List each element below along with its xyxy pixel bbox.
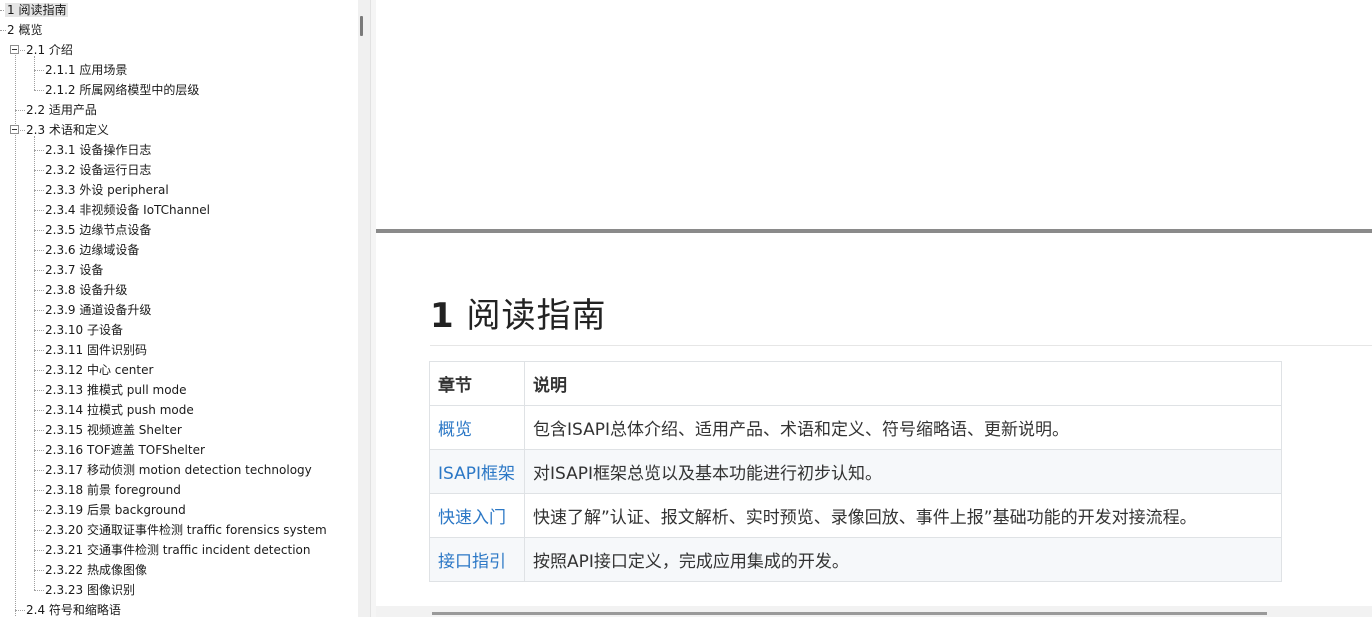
- tree-item-label: 2.3.15 视频遮盖 Shelter: [45, 423, 182, 437]
- tree-item[interactable]: 2.3.3 外设 peripheral: [43, 180, 171, 200]
- tree-item-label: 2.3 术语和定义: [26, 123, 109, 137]
- collapse-toggle-icon[interactable]: [10, 45, 19, 54]
- tree-item[interactable]: 2.3.4 非视频设备 IoTChannel: [43, 200, 212, 220]
- tree-item-label: 2.3.11 固件识别码: [45, 343, 147, 357]
- tree-item-label: 2.3.4 非视频设备 IoTChannel: [45, 203, 210, 217]
- tree-item-label: 2.3.5 边缘节点设备: [45, 223, 152, 237]
- tree-item-label: 2.3.1 设备操作日志: [45, 143, 152, 157]
- tree-scrollbar[interactable]: [358, 0, 370, 617]
- table-header-row: 章节 说明: [429, 361, 1282, 406]
- tree-guide-line: [15, 50, 16, 617]
- chapter-link-overview[interactable]: 概览: [438, 420, 472, 440]
- tree-item[interactable]: 2.3.16 TOF遮盖 TOFShelter: [43, 440, 207, 460]
- tree-item-label: 2.4 符号和缩略语: [26, 603, 121, 617]
- tree-item-label: 2.3.10 子设备: [45, 323, 123, 337]
- tree-item[interactable]: 2.3 术语和定义: [24, 120, 111, 140]
- table-row: 快速入门 快速了解”认证、报文解析、实时预览、录像回放、事件上报”基础功能的开发…: [429, 493, 1282, 538]
- tree-item-label: 2.3.18 前景 foreground: [45, 483, 181, 497]
- tree-item-label: 1 阅读指南: [5, 3, 69, 17]
- tree-item-label: 2.3.9 通道设备升级: [45, 303, 152, 317]
- tree-item[interactable]: 2.3.12 中心 center: [43, 360, 155, 380]
- chapter-link-api-guide[interactable]: 接口指引: [438, 552, 506, 572]
- tree-item-label: 2.3.13 推模式 pull mode: [45, 383, 187, 397]
- tree-item[interactable]: 2.4 符号和缩略语: [24, 600, 123, 617]
- tree-scrollbar-thumb[interactable]: [360, 16, 363, 36]
- collapse-toggle-icon[interactable]: [10, 125, 19, 134]
- tree-item-label: 2.3.17 移动侦测 motion detection technology: [45, 463, 312, 477]
- tree-item[interactable]: 2.3.5 边缘节点设备: [43, 220, 153, 240]
- tree-item-label: 2.3.7 设备: [45, 263, 104, 277]
- tree-item[interactable]: 2 概览: [5, 20, 44, 40]
- tree-item[interactable]: 2.3.7 设备: [43, 260, 105, 280]
- heading-text: 阅读指南: [466, 296, 607, 336]
- tree-item-label: 2.3.16 TOF遮盖 TOFShelter: [45, 443, 205, 457]
- table-row: ISAPI框架 对ISAPI框架总览以及基本功能进行初步认知。: [429, 449, 1282, 494]
- tree-item[interactable]: 1 阅读指南: [5, 0, 69, 20]
- tree-item[interactable]: 2.3.14 拉模式 push mode: [43, 400, 196, 420]
- tree-item[interactable]: 2.3.17 移动侦测 motion detection technology: [43, 460, 314, 480]
- tree-item-label: 2.3.21 交通事件检测 traffic incident detection: [45, 543, 311, 557]
- title-underline: [430, 345, 1372, 346]
- tree-item-label: 2.2 适用产品: [26, 103, 97, 117]
- reading-guide-table: 章节 说明 概览 包含ISAPI总体介绍、适用产品、术语和定义、符号缩略语、更新…: [429, 361, 1282, 582]
- description-cell: 按照API接口定义，完成应用集成的开发。: [524, 537, 1282, 582]
- tree-item-label: 2.1.1 应用场景: [45, 63, 128, 77]
- tree-item[interactable]: 2.1.1 应用场景: [43, 60, 129, 80]
- column-header-chapter: 章节: [429, 361, 525, 406]
- tree-item[interactable]: 2.3.20 交通取证事件检测 traffic forensics system: [43, 520, 329, 540]
- tree-item[interactable]: 2.1.2 所属网络模型中的层级: [43, 80, 201, 100]
- tree-item-label: 2.3.8 设备升级: [45, 283, 128, 297]
- document-view: 1 阅读指南 章节 说明 概览 包含ISAPI总体介绍、适用产品、术语和定义、符…: [376, 0, 1372, 617]
- tree-item[interactable]: 2.2 适用产品: [24, 100, 99, 120]
- page-separator: [376, 229, 1372, 233]
- tree-item[interactable]: 2.3.21 交通事件检测 traffic incident detection: [43, 540, 312, 560]
- tree-item-label: 2.1 介绍: [26, 43, 73, 57]
- tree-item[interactable]: 2.3.23 图像识别: [43, 580, 137, 600]
- table-row: 接口指引 按照API接口定义，完成应用集成的开发。: [429, 537, 1282, 582]
- heading-number: 1: [430, 296, 455, 336]
- description-cell: 快速了解”认证、报文解析、实时预览、录像回放、事件上报”基础功能的开发对接流程。: [524, 493, 1282, 538]
- table-row: 概览 包含ISAPI总体介绍、适用产品、术语和定义、符号缩略语、更新说明。: [429, 405, 1282, 450]
- tree-guide-line: [34, 136, 35, 590]
- chapter-cell: 接口指引: [429, 537, 525, 582]
- tree-item-label: 2 概览: [7, 23, 43, 37]
- tree-item[interactable]: 2.3.6 边缘域设备: [43, 240, 141, 260]
- page-title: 1 阅读指南: [430, 292, 606, 340]
- tree-item[interactable]: 2.3.18 前景 foreground: [43, 480, 183, 500]
- tree-item-label: 2.3.14 拉模式 push mode: [45, 403, 194, 417]
- description-cell: 包含ISAPI总体介绍、适用产品、术语和定义、符号缩略语、更新说明。: [524, 405, 1282, 450]
- tree-item[interactable]: 2.3.2 设备运行日志: [43, 160, 153, 180]
- tree-item-label: 2.3.23 图像识别: [45, 583, 135, 597]
- chapter-cell: 快速入门: [429, 493, 525, 538]
- chapter-cell: 概览: [429, 405, 525, 450]
- tree-item[interactable]: 2.3.22 热成像图像: [43, 560, 149, 580]
- page-bottom-rule: [432, 612, 1267, 615]
- tree-item-label: 2.3.12 中心 center: [45, 363, 154, 377]
- chapter-link-isapi-framework[interactable]: ISAPI框架: [438, 464, 515, 484]
- column-header-description: 说明: [524, 361, 1282, 406]
- tree-item[interactable]: 2.3.15 视频遮盖 Shelter: [43, 420, 184, 440]
- tree-guide-line: [34, 56, 35, 90]
- tree-item-label: 2.3.22 热成像图像: [45, 563, 147, 577]
- tree-item[interactable]: 2.3.8 设备升级: [43, 280, 129, 300]
- tree-item[interactable]: 2.3.10 子设备: [43, 320, 125, 340]
- tree-item[interactable]: 2.3.11 固件识别码: [43, 340, 149, 360]
- tree-item[interactable]: 2.1 介绍: [24, 40, 75, 60]
- tree-item[interactable]: 2.3.19 后景 background: [43, 500, 188, 520]
- tree-item[interactable]: 2.3.1 设备操作日志: [43, 140, 153, 160]
- tree-item-label: 2.3.3 外设 peripheral: [45, 183, 169, 197]
- tree-item-label: 2.1.2 所属网络模型中的层级: [45, 83, 200, 97]
- chapter-link-quick-start[interactable]: 快速入门: [438, 508, 506, 528]
- tree-item-label: 2.3.19 后景 background: [45, 503, 186, 517]
- tree-item-label: 2.3.20 交通取证事件检测 traffic forensics system: [45, 523, 327, 537]
- tree-item[interactable]: 2.3.9 通道设备升级: [43, 300, 153, 320]
- chapter-cell: ISAPI框架: [429, 449, 525, 494]
- toc-tree: 1 阅读指南 2 概览 2.1 介绍 2.1.1 应用场景 2.1.2 所属网络模型中的…: [0, 0, 358, 617]
- tree-item-label: 2.3.2 设备运行日志: [45, 163, 152, 177]
- description-cell: 对ISAPI框架总览以及基本功能进行初步认知。: [524, 449, 1282, 494]
- tree-item-label: 2.3.6 边缘域设备: [45, 243, 140, 257]
- tree-item[interactable]: 2.3.13 推模式 pull mode: [43, 380, 189, 400]
